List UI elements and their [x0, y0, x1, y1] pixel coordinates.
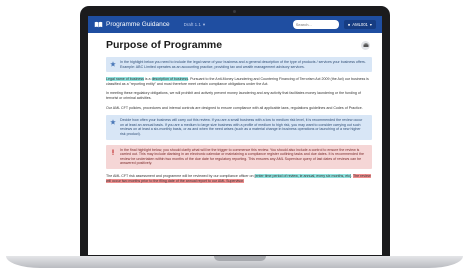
placeholder-business-description[interactable]: description of business: [151, 77, 189, 82]
page-body: Purpose of Programme In the highlight be…: [88, 33, 382, 183]
paragraph-business: Legal name of business is a description …: [106, 77, 372, 86]
base-notch: [214, 256, 266, 261]
screen-bezel: Programme Guidance Draft 1.1 ▾ ● AML001 …: [80, 6, 390, 258]
placeholder-review-period[interactable]: [enter time period of review, ie annual,…: [254, 173, 352, 178]
laptop-base: [6, 256, 463, 268]
title-row: Purpose of Programme: [98, 33, 372, 57]
exclamation-icon: [112, 149, 114, 155]
camera-dot: [233, 10, 236, 13]
review-frequency-callout: Decide how often your business will carr…: [106, 115, 372, 140]
search-input[interactable]: [292, 20, 339, 29]
book-icon: [94, 21, 103, 28]
warning-callout-text: In the final highlight below, you should…: [120, 147, 365, 166]
text-segment: The AML CFT risk assessment and programm…: [106, 173, 255, 178]
text-segment: is a: [143, 77, 152, 82]
paragraph-review: The AML CFT risk assessment and programm…: [106, 173, 372, 183]
content-area: In the highlight below you need to inclu…: [98, 57, 372, 183]
user-menu-button[interactable]: ● AML001 ▾: [343, 20, 376, 29]
chevron-down-icon: ▾: [369, 22, 372, 27]
app-name: Programme Guidance: [106, 21, 170, 28]
info-callout-text: In the highlight below you need to inclu…: [120, 60, 366, 69]
user-label: AML001: [352, 22, 368, 27]
star-icon: [110, 119, 116, 125]
top-navbar: Programme Guidance Draft 1.1 ▾ ● AML001 …: [88, 16, 382, 33]
paragraph-policies: Our AML CFT policies, procedures and int…: [106, 105, 363, 110]
version-label: Draft 1.1: [183, 22, 201, 27]
info-callout: In the highlight below you need to inclu…: [106, 57, 372, 73]
printer-icon[interactable]: [361, 41, 370, 50]
brand[interactable]: Programme Guidance: [94, 21, 170, 28]
page-title: Purpose of Programme: [106, 39, 223, 51]
version-dropdown[interactable]: Draft 1.1 ▾: [184, 22, 206, 28]
chevron-down-icon: ▾: [202, 21, 206, 27]
person-icon: ●: [347, 22, 351, 27]
star-icon: [110, 61, 116, 67]
app-window: Programme Guidance Draft 1.1 ▾ ● AML001 …: [88, 16, 382, 255]
paragraph-obligations: In meeting these regulatory obligations,…: [106, 91, 361, 100]
placeholder-legal-name[interactable]: Legal name of business: [106, 77, 144, 82]
review-frequency-text: Decide how often your business will carr…: [120, 118, 363, 136]
laptop-frame: Programme Guidance Draft 1.1 ▾ ● AML001 …: [0, 0, 467, 276]
warning-callout: In the final highlight below, you should…: [106, 144, 372, 169]
